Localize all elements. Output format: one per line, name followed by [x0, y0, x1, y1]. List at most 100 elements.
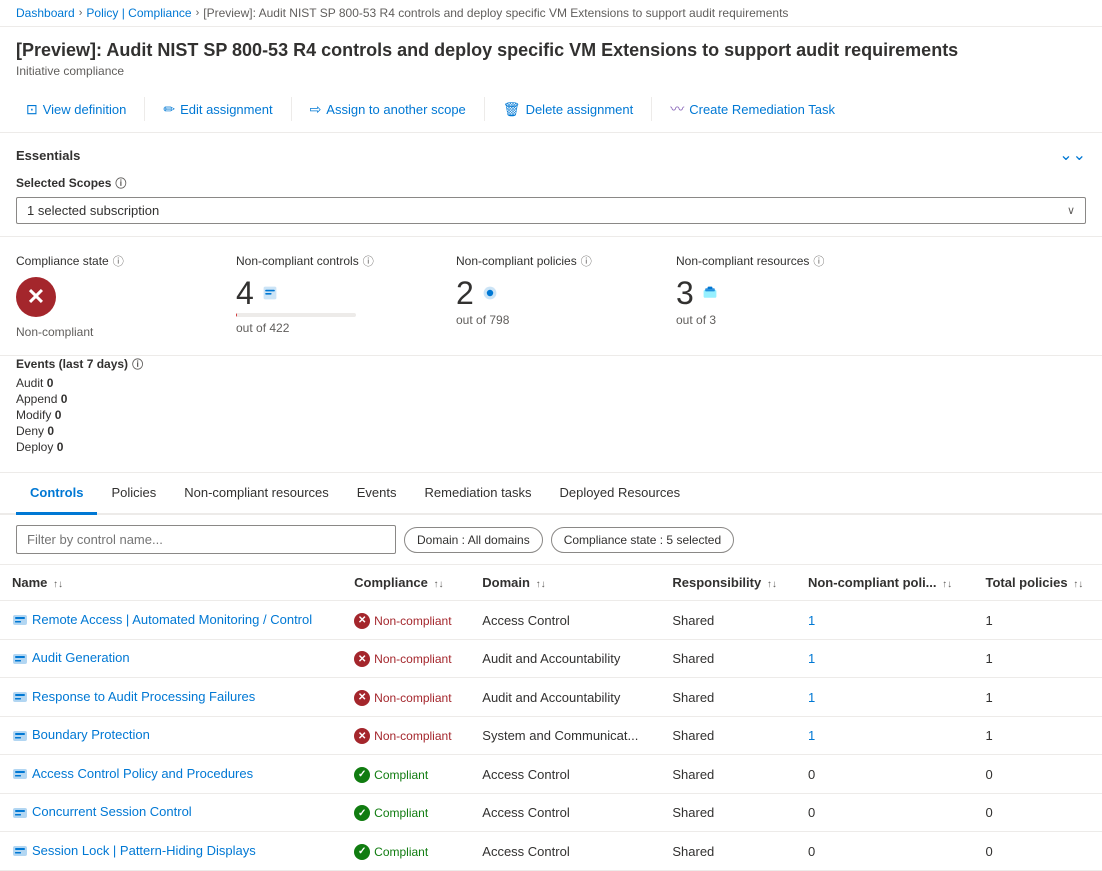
row-non-compliant-policies: 1: [796, 716, 974, 755]
events-info-icon[interactable]: ⓘ: [132, 356, 143, 372]
noncompliant-icon: ✕: [16, 277, 56, 317]
non-compliant-controls-info-icon[interactable]: ⓘ: [363, 253, 374, 269]
view-definition-button[interactable]: ⊡ View definition: [16, 96, 136, 123]
sort-icon-total_policies: ↑↓: [1073, 579, 1083, 590]
breadcrumb-dashboard[interactable]: Dashboard: [16, 6, 75, 20]
row-resource-icon: [12, 612, 28, 628]
row-responsibility: Shared: [660, 755, 796, 794]
col-header-non_compliant_policies[interactable]: Non-compliant poli... ↑↓: [796, 565, 974, 601]
non-compliant-policies-link[interactable]: 1: [808, 651, 815, 666]
toolbar-sep-3: [484, 97, 485, 121]
scope-dropdown-chevron: ∨: [1067, 204, 1075, 217]
compliance-badge-noncompliant: ✕ Non-compliant: [354, 613, 451, 629]
event-row-deploy: Deploy 0: [16, 440, 1086, 454]
remediation-icon: 〰: [670, 99, 684, 119]
compliance-badge-noncompliant: ✕ Non-compliant: [354, 651, 451, 667]
create-remediation-task-button[interactable]: 〰 Create Remediation Task: [660, 94, 845, 124]
x-icon: ✕: [354, 651, 370, 667]
col-header-name[interactable]: Name ↑↓: [0, 565, 342, 601]
compliance-state-value: Non-compliant: [16, 325, 196, 339]
row-name-link[interactable]: Remote Access | Automated Monitoring / C…: [32, 612, 312, 627]
resources-icon: [702, 285, 718, 301]
non-compliant-policies-link[interactable]: 1: [808, 613, 815, 628]
page-title: [Preview]: Audit NIST SP 800-53 R4 contr…: [16, 39, 1086, 62]
compliance-state-label: Compliance state ⓘ: [16, 253, 196, 269]
row-responsibility: Shared: [660, 793, 796, 832]
filter-input[interactable]: [16, 525, 396, 554]
non-compliant-controls-bar: [236, 313, 356, 317]
non-compliant-policies-number: 2: [456, 277, 474, 309]
row-total-policies: 0: [973, 832, 1102, 871]
table-row: Session Lock | Pattern-Hiding Displays✓ …: [0, 832, 1102, 871]
row-name-link[interactable]: Boundary Protection: [32, 727, 150, 742]
table-row: Audit Generation✕ Non-compliantAudit and…: [0, 639, 1102, 678]
essentials-section: Essentials ⌄⌄ Selected Scopes ⓘ 1 select…: [0, 133, 1102, 237]
compliance-state-info-icon[interactable]: ⓘ: [113, 253, 124, 269]
breadcrumb-policy-compliance[interactable]: Policy | Compliance: [86, 6, 191, 20]
non-compliant-controls-value-row: 4: [236, 277, 416, 309]
event-row-audit: Audit 0: [16, 376, 1086, 390]
tab-remediation-tasks[interactable]: Remediation tasks: [411, 473, 546, 515]
table-row: Response to Audit Processing Failures✕ N…: [0, 678, 1102, 717]
non-compliant-policies-info-icon[interactable]: ⓘ: [581, 253, 592, 269]
row-responsibility: Shared: [660, 832, 796, 871]
row-domain: Audit and Accountability: [470, 678, 660, 717]
breadcrumb-sep-1: ›: [79, 7, 83, 19]
row-name-link[interactable]: Response to Audit Processing Failures: [32, 689, 255, 704]
row-responsibility: Shared: [660, 601, 796, 640]
assign-to-another-scope-button[interactable]: ⇨ Assign to another scope: [300, 96, 476, 123]
row-total-policies: 1: [973, 601, 1102, 640]
table-header: Name ↑↓Compliance ↑↓Domain ↑↓Responsibil…: [0, 565, 1102, 601]
scope-dropdown[interactable]: 1 selected subscription ∨: [16, 197, 1086, 224]
scope-container: Selected Scopes ⓘ 1 selected subscriptio…: [16, 175, 1086, 224]
row-domain: Access Control: [470, 601, 660, 640]
row-domain: Access Control: [470, 755, 660, 794]
edit-assignment-button[interactable]: ✏ Edit assignment: [153, 96, 282, 123]
domain-filter-button[interactable]: Domain : All domains: [404, 527, 543, 553]
non-compliant-policies-link[interactable]: 1: [808, 728, 815, 743]
row-responsibility: Shared: [660, 716, 796, 755]
page-header: [Preview]: Audit NIST SP 800-53 R4 contr…: [0, 27, 1102, 133]
x-icon: ✕: [354, 613, 370, 629]
col-header-total_policies[interactable]: Total policies ↑↓: [973, 565, 1102, 601]
non-compliant-controls-label: Non-compliant controls ⓘ: [236, 253, 416, 269]
non-compliant-policies-link[interactable]: 1: [808, 690, 815, 705]
scope-label: Selected Scopes ⓘ: [16, 175, 1086, 191]
essentials-collapse-button[interactable]: ⌄⌄: [1059, 145, 1086, 165]
row-resource-icon: [12, 728, 28, 744]
non-compliant-policies-card: Non-compliant policies ⓘ 2 out of 798: [456, 253, 636, 339]
x-icon: ✕: [354, 728, 370, 744]
row-name-link[interactable]: Access Control Policy and Procedures: [32, 766, 253, 781]
tab-controls[interactable]: Controls: [16, 473, 97, 515]
non-compliant-resources-number: 3: [676, 277, 694, 309]
non-compliant-policies-out-of: out of 798: [456, 313, 636, 327]
row-domain: System and Communicat...: [470, 716, 660, 755]
sort-icon-responsibility: ↑↓: [767, 579, 777, 590]
row-name-link[interactable]: Concurrent Session Control: [32, 804, 192, 819]
tab-deployed-resources[interactable]: Deployed Resources: [545, 473, 694, 515]
table-row: Remote Access | Automated Monitoring / C…: [0, 601, 1102, 640]
breadcrumb: Dashboard › Policy | Compliance › [Previ…: [0, 0, 1102, 27]
row-responsibility: Shared: [660, 678, 796, 717]
non-compliant-resources-out-of: out of 3: [676, 313, 856, 327]
col-header-compliance[interactable]: Compliance ↑↓: [342, 565, 470, 601]
row-name-link[interactable]: Session Lock | Pattern-Hiding Displays: [32, 843, 256, 858]
tab-events[interactable]: Events: [343, 473, 411, 515]
row-domain: Access Control: [470, 832, 660, 871]
tab-non-compliant-resources[interactable]: Non-compliant resources: [170, 473, 343, 515]
page-subtitle: Initiative compliance: [16, 64, 1086, 78]
tab-policies[interactable]: Policies: [97, 473, 170, 515]
row-non-compliant-policies: 0: [796, 832, 974, 871]
row-total-policies: 1: [973, 716, 1102, 755]
non-compliant-policies-value-row: 2: [456, 277, 636, 309]
events-title: Events (last 7 days) ⓘ: [16, 356, 1086, 372]
non-compliant-resources-info-icon[interactable]: ⓘ: [813, 253, 824, 269]
non-compliant-resources-card: Non-compliant resources ⓘ 3 out of 3: [676, 253, 856, 339]
col-header-domain[interactable]: Domain ↑↓: [470, 565, 660, 601]
scope-info-icon[interactable]: ⓘ: [115, 175, 126, 191]
row-name-link[interactable]: Audit Generation: [32, 650, 130, 665]
delete-assignment-button[interactable]: 🗑 Delete assignment: [493, 96, 643, 123]
col-header-responsibility[interactable]: Responsibility ↑↓: [660, 565, 796, 601]
sort-icon-name: ↑↓: [53, 579, 63, 590]
compliance-state-filter-button[interactable]: Compliance state : 5 selected: [551, 527, 734, 553]
